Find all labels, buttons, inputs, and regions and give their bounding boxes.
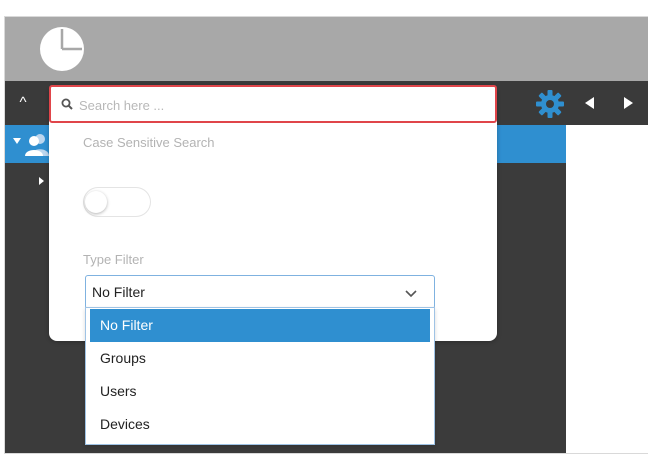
case-sensitive-label: Case Sensitive Search <box>83 135 215 150</box>
pie-chart-logo-icon <box>40 27 84 71</box>
app-window: ^ Search here ... Case Sensitive Search … <box>4 16 648 454</box>
option-groups[interactable]: Groups <box>90 342 430 375</box>
content-panel <box>566 125 648 453</box>
option-no-filter[interactable]: No Filter <box>90 309 430 342</box>
caret-down-icon[interactable] <box>13 138 21 144</box>
option-devices[interactable]: Devices <box>90 408 430 441</box>
caret-right-icon[interactable] <box>39 177 44 185</box>
search-input[interactable] <box>77 93 481 117</box>
toggle-knob[interactable] <box>85 191 107 213</box>
search-icon <box>61 98 73 110</box>
case-sensitive-toggle[interactable] <box>83 187 151 217</box>
triangle-left-icon[interactable] <box>581 94 599 112</box>
type-filter-options: No Filter Groups Users Devices <box>85 307 435 445</box>
option-users[interactable]: Users <box>90 375 430 408</box>
collapse-button[interactable]: ^ <box>13 93 33 113</box>
type-filter-select[interactable]: No Filter <box>85 275 435 309</box>
search-box[interactable] <box>49 85 497 123</box>
gear-icon[interactable] <box>535 89 565 119</box>
triangle-right-icon[interactable] <box>619 94 637 112</box>
app-header <box>5 17 648 81</box>
type-filter-value: No Filter <box>92 284 145 300</box>
type-filter-label: Type Filter <box>83 252 144 267</box>
users-icon <box>25 134 49 156</box>
chevron-down-icon[interactable] <box>404 286 418 300</box>
search-popup: Case Sensitive Search Type Filter No Fil… <box>49 85 497 341</box>
